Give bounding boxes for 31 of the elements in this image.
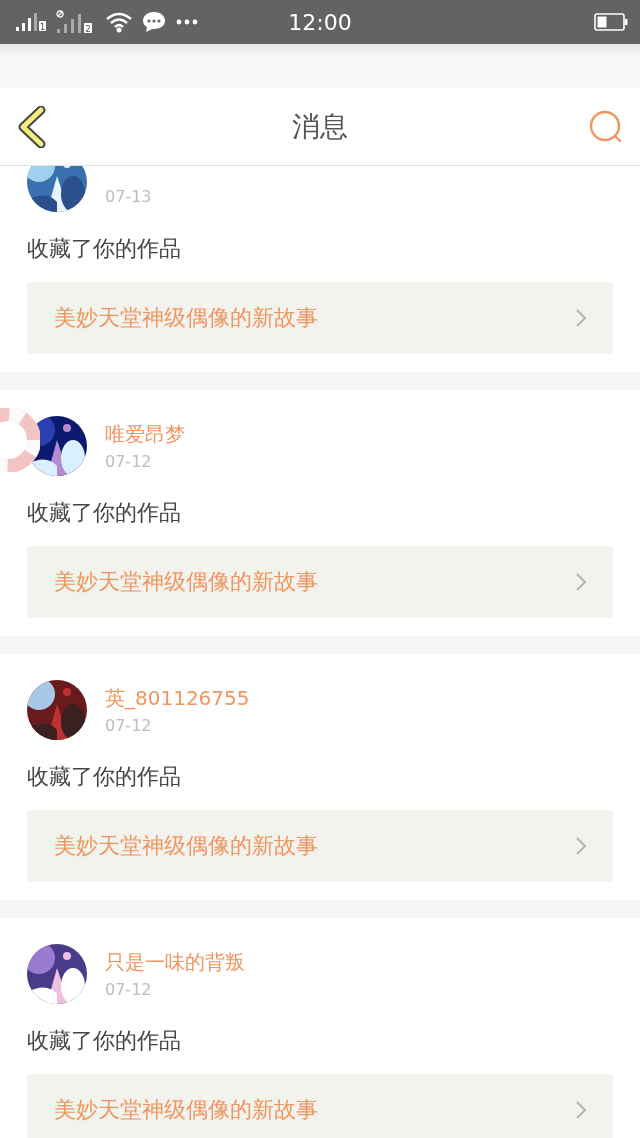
message-text: 收藏了你的作品 bbox=[27, 1027, 182, 1055]
work-link[interactable]: 美妙天堂神级偶像的新故事 bbox=[27, 810, 613, 882]
lifebuoy-icon[interactable] bbox=[0, 408, 40, 472]
message-text: 收藏了你的作品 bbox=[27, 763, 182, 791]
user-name[interactable]: 只是一味的背叛 bbox=[105, 949, 245, 976]
no-sim-icon bbox=[56, 10, 64, 18]
chevron-icon bbox=[576, 309, 586, 327]
sim-label: 2 bbox=[85, 24, 91, 34]
work-link[interactable]: 美妙天堂神级偶像的新故事 bbox=[27, 282, 613, 354]
message-text: 收藏了你的作品 bbox=[27, 235, 182, 263]
message-date: 07-12 bbox=[105, 980, 153, 999]
work-link[interactable]: 美妙天堂神级偶像的新故事 bbox=[27, 546, 613, 618]
user-name[interactable]: 唯爱昂梦 bbox=[105, 421, 185, 448]
work-link[interactable]: 美妙天堂神级偶像的新故事 bbox=[27, 1074, 613, 1138]
chat-bubble-icon bbox=[142, 11, 166, 33]
battery-icon bbox=[594, 13, 628, 31]
message-date: 07-12 bbox=[105, 716, 153, 735]
clock: 12:00 bbox=[287, 9, 353, 35]
more-icon bbox=[176, 19, 198, 25]
chevron-icon bbox=[576, 1101, 586, 1119]
wifi-icon bbox=[106, 11, 132, 33]
chevron-icon bbox=[576, 573, 586, 591]
chevron-icon bbox=[576, 837, 586, 855]
back-icon[interactable] bbox=[16, 105, 48, 148]
sim-label: 1 bbox=[39, 22, 46, 32]
page-title: 消息 bbox=[291, 108, 349, 145]
search-icon[interactable] bbox=[588, 108, 624, 145]
message-date: 07-13 bbox=[105, 186, 152, 206]
user-name[interactable]: 英_801126755 bbox=[105, 685, 250, 712]
message-date: 07-12 bbox=[105, 452, 153, 471]
message-text: 收藏了你的作品 bbox=[27, 499, 182, 527]
